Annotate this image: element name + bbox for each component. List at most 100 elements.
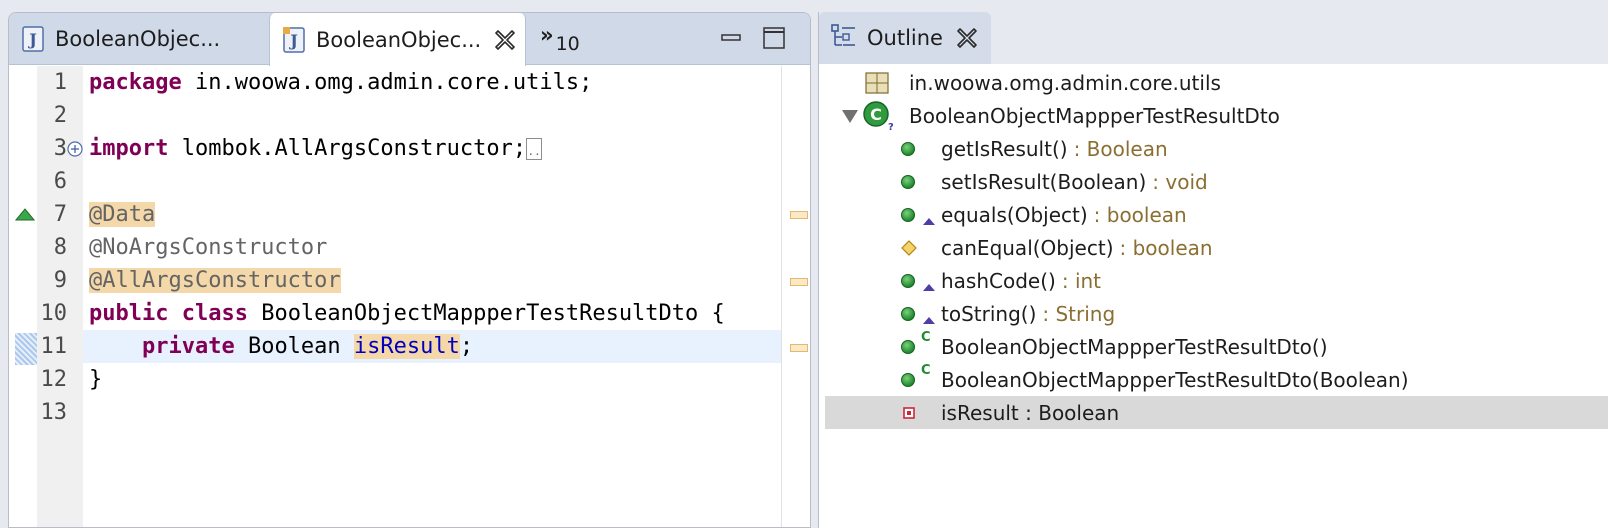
member-label: toString(): String xyxy=(941,302,1115,326)
member-label: canEqual(Object): boolean xyxy=(941,236,1213,260)
return-type: : String xyxy=(1042,301,1116,326)
class-icon: C? xyxy=(863,100,893,131)
line-number-ruler: 1 2 3 6 7 8 9 10 11 12 13 xyxy=(37,66,83,527)
public-method-icon xyxy=(901,174,915,189)
member-label: setIsResult(Boolean): void xyxy=(941,170,1208,194)
tree-item-method[interactable]: getIsResult(): Boolean xyxy=(825,132,1608,165)
constructor-marker-icon: C xyxy=(921,330,931,345)
maximize-icon[interactable] xyxy=(763,27,785,49)
public-method-icon xyxy=(901,141,915,156)
tree-item-method[interactable]: setIsResult(Boolean): void xyxy=(825,165,1608,198)
line-number: 6 xyxy=(53,169,67,194)
tree-item-field-selected[interactable]: isResult : Boolean xyxy=(825,396,1608,429)
field-occurrence-highlight: isResult xyxy=(353,334,460,359)
code-line: public class BooleanObjectMappperTestRes… xyxy=(83,297,781,330)
tree-item-constructor[interactable]: C BooleanObjectMappperTestResultDto() xyxy=(825,330,1608,363)
editor-tab-1[interactable]: J BooleanObjec... xyxy=(9,13,269,65)
line-number: 13 xyxy=(40,400,68,425)
keyword: package xyxy=(89,70,182,95)
code-text: ; xyxy=(459,334,474,359)
fold-expand-icon[interactable] xyxy=(67,141,83,161)
code-text: BooleanObjectMappperTestResultDto { xyxy=(247,301,725,326)
keyword: import xyxy=(89,136,169,161)
outline-icon xyxy=(831,23,857,54)
close-tab-icon[interactable] xyxy=(955,26,979,50)
java-file-icon: J xyxy=(21,25,45,53)
folded-code-indicator[interactable]: .. xyxy=(526,138,543,160)
method-name: equals(Object) xyxy=(941,202,1088,227)
return-type: : int xyxy=(1061,268,1102,293)
public-method-icon xyxy=(901,306,915,321)
code-text: Boolean xyxy=(234,334,354,359)
package-icon xyxy=(865,71,889,94)
current-code-line: private Boolean isResult; xyxy=(83,330,781,363)
method-name: hashCode() xyxy=(941,268,1056,293)
return-type: : void xyxy=(1152,169,1208,194)
svg-text:C: C xyxy=(870,105,882,124)
line-number: 7 xyxy=(53,202,67,227)
public-method-icon xyxy=(901,207,915,222)
method-name: toString() xyxy=(941,301,1037,326)
annotation: @Data xyxy=(89,202,156,227)
more-tabs-button[interactable]: » 10 xyxy=(540,23,580,55)
method-name: setIsResult(Boolean) xyxy=(941,169,1147,194)
outline-tab[interactable]: Outline xyxy=(819,12,991,64)
java-file-icon: J xyxy=(282,26,306,54)
code-editor[interactable]: package in.woowa.omg.admin.core.utils; i… xyxy=(83,66,781,527)
keyword: private xyxy=(141,334,235,359)
member-label: equals(Object): boolean xyxy=(941,203,1187,227)
line-number: 1 xyxy=(53,70,67,95)
occurrence-marker[interactable] xyxy=(790,211,808,219)
tree-item-package[interactable]: in.woowa.omg.admin.core.utils xyxy=(825,66,1608,99)
public-method-icon xyxy=(901,273,915,288)
line-number: 2 xyxy=(53,103,67,128)
code-line: @Data xyxy=(83,198,781,231)
editor-pane: J BooleanObjec... J BooleanObjec... »10 xyxy=(8,12,811,528)
more-tabs-chevron-icon: » xyxy=(540,23,554,47)
svg-text:?: ? xyxy=(888,122,893,131)
override-indicator-icon[interactable] xyxy=(14,206,36,225)
occurrence-marker[interactable] xyxy=(790,344,808,352)
code-text: in.woowa.omg.admin.core.utils; xyxy=(181,70,593,95)
code-line: @NoArgsConstructor xyxy=(83,231,781,264)
keyword: public class xyxy=(89,301,248,326)
tree-item-method[interactable]: equals(Object): boolean xyxy=(825,198,1608,231)
tree-item-class[interactable]: C? BooleanObjectMappperTestResultDto xyxy=(825,99,1608,132)
editor-tab-bar: J BooleanObjec... J BooleanObjec... » 10 xyxy=(9,13,810,66)
close-tab-icon[interactable] xyxy=(493,28,517,52)
package-name: in.woowa.omg.admin.core.utils xyxy=(909,70,1221,95)
editor-tab-label: BooleanObjec... xyxy=(55,27,221,51)
minimize-icon[interactable] xyxy=(721,29,741,41)
override-marker-icon xyxy=(923,218,935,225)
annotation: @NoArgsConstructor xyxy=(89,235,328,260)
overview-ruler[interactable] xyxy=(781,66,810,527)
override-marker-icon xyxy=(923,284,935,291)
annotation-gutter xyxy=(9,66,37,527)
tree-item-method[interactable]: toString(): String xyxy=(825,297,1608,330)
occurrence-marker[interactable] xyxy=(790,278,808,286)
collapse-arrow-icon[interactable] xyxy=(841,108,859,124)
field-name: isResult : Boolean xyxy=(941,400,1120,425)
return-type: : Boolean xyxy=(1073,136,1168,161)
protected-method-icon xyxy=(901,239,917,256)
code-line: } xyxy=(83,363,781,396)
line-number: 12 xyxy=(40,367,68,392)
line-number: 11 xyxy=(40,334,68,359)
member-label: hashCode(): int xyxy=(941,269,1101,293)
override-marker-icon xyxy=(923,317,935,324)
code-line: package in.woowa.omg.admin.core.utils; xyxy=(83,66,781,99)
editor-tab-2-active[interactable]: J BooleanObjec... xyxy=(269,13,526,66)
return-type: : boolean xyxy=(1119,235,1213,260)
hidden-tabs-count: 10 xyxy=(555,33,580,55)
line-number: 8 xyxy=(53,235,67,260)
annotation: @AllArgsConstructor xyxy=(89,268,341,293)
constructor-icon xyxy=(901,339,915,354)
tree-item-method[interactable]: hashCode(): int xyxy=(825,264,1608,297)
return-type: : boolean xyxy=(1093,202,1187,227)
code-line: @AllArgsConstructor xyxy=(83,264,781,297)
tree-item-method[interactable]: canEqual(Object): boolean xyxy=(825,231,1608,264)
outline-tab-bar: Outline xyxy=(819,12,1608,64)
method-name: getIsResult() xyxy=(941,136,1068,161)
tree-item-constructor[interactable]: C BooleanObjectMappperTestResultDto(Bool… xyxy=(825,363,1608,396)
